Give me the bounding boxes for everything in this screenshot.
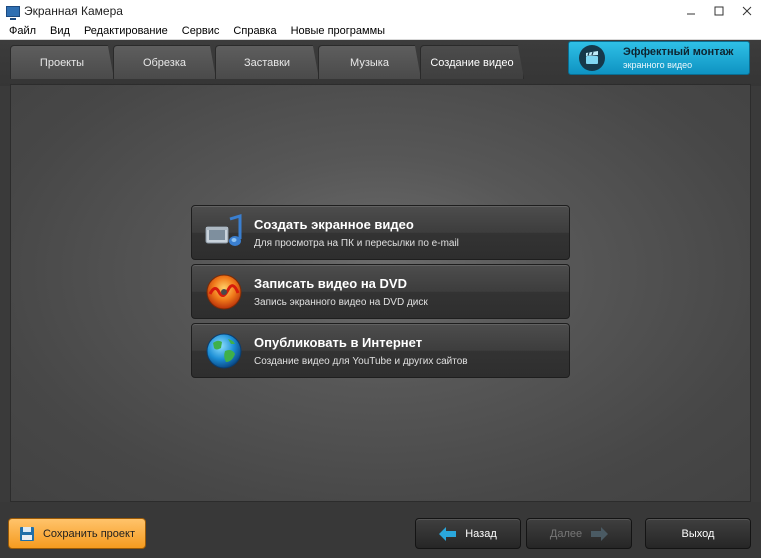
clapperboard-icon	[579, 45, 605, 71]
option-title: Опубликовать в Интернет	[254, 334, 423, 350]
main-panel: Создать экранное видео Для просмотра на …	[10, 84, 751, 502]
menu-help[interactable]: Справка	[225, 25, 282, 37]
globe-icon	[206, 333, 242, 368]
tab-label: Заставки	[243, 56, 291, 69]
exit-button[interactable]: Выход	[645, 518, 751, 549]
menu-bar: Файл Вид Редактирование Сервис Справка Н…	[0, 22, 761, 40]
bottom-bar: Сохранить проект Назад Далее Выход	[0, 502, 761, 558]
back-label: Назад	[465, 527, 497, 540]
option-create-video[interactable]: Создать экранное видео Для просмотра на …	[191, 205, 570, 260]
title-bar: Экранная Камера	[0, 0, 761, 22]
maximize-button[interactable]	[705, 0, 733, 22]
promo-button[interactable]: Эффектный монтаж экранного видео	[568, 41, 750, 75]
menu-view[interactable]: Вид	[42, 25, 76, 37]
dvd-disc-icon	[206, 274, 242, 309]
option-subtitle: Создание видео для YouTube и других сайт…	[254, 355, 468, 367]
next-label: Далее	[549, 527, 583, 540]
app-icon	[6, 5, 20, 20]
tab-create-video[interactable]: Создание видео	[420, 45, 524, 79]
back-button[interactable]: Назад	[415, 518, 521, 549]
tab-label: Создание видео	[430, 56, 514, 69]
option-subtitle: Для просмотра на ПК и пересылки по e-mai…	[254, 237, 459, 249]
menu-file[interactable]: Файл	[0, 25, 42, 37]
window-controls	[677, 0, 761, 22]
film-music-icon	[205, 213, 242, 246]
minimize-icon	[687, 13, 695, 15]
arrow-left-icon	[439, 526, 457, 541]
tab-label: Музыка	[350, 56, 389, 69]
tab-intros[interactable]: Заставки	[215, 45, 319, 79]
promo-title: Эффектный монтаж	[623, 46, 734, 58]
minimize-button[interactable]	[677, 0, 705, 22]
option-publish-internet[interactable]: Опубликовать в Интернет Создание видео д…	[191, 323, 570, 378]
option-title: Создать экранное видео	[254, 216, 414, 232]
option-title: Записать видео на DVD	[254, 275, 407, 291]
next-button[interactable]: Далее	[526, 518, 632, 549]
arrow-right-icon	[591, 526, 609, 541]
tab-label: Обрезка	[142, 56, 187, 69]
option-burn-dvd[interactable]: Записать видео на DVD Запись экранного в…	[191, 264, 570, 319]
save-project-button[interactable]: Сохранить проект	[8, 518, 146, 549]
menu-new-programs[interactable]: Новые программы	[283, 25, 391, 37]
menu-edit[interactable]: Редактирование	[76, 25, 174, 37]
save-project-label: Сохранить проект	[42, 527, 135, 540]
tab-trim[interactable]: Обрезка	[113, 45, 216, 79]
option-subtitle: Запись экранного видео на DVD диск	[254, 296, 428, 308]
window-title: Экранная Камера	[24, 4, 123, 18]
close-button[interactable]	[733, 0, 761, 22]
tab-music[interactable]: Музыка	[318, 45, 421, 79]
close-icon	[742, 6, 752, 16]
maximize-icon	[714, 6, 724, 16]
tab-label: Проекты	[39, 56, 85, 69]
tab-projects[interactable]: Проекты	[10, 45, 114, 79]
floppy-disk-icon	[19, 526, 34, 541]
exit-label: Выход	[681, 527, 715, 540]
menu-service[interactable]: Сервис	[174, 25, 226, 37]
promo-subtitle: экранного видео	[623, 60, 693, 70]
